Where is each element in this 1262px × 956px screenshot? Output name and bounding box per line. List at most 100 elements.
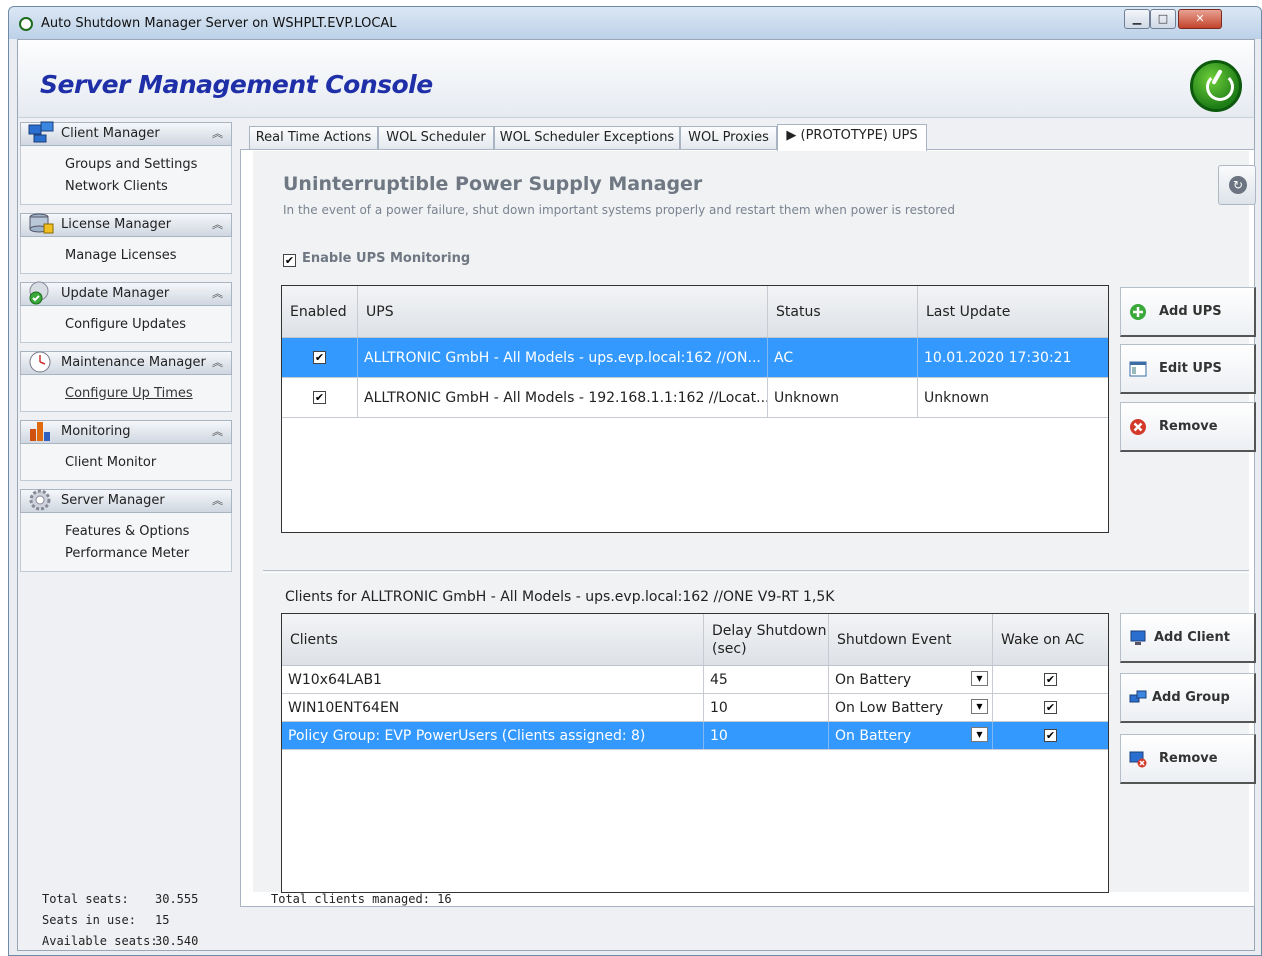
- column-header-wake-on-ac[interactable]: Wake on AC: [993, 614, 1108, 665]
- sidebar-header-label: Update Manager: [61, 286, 170, 301]
- row-enabled-checkbox[interactable]: ✔: [313, 351, 326, 364]
- refresh-button[interactable]: ↻: [1218, 165, 1256, 205]
- column-header-delay-shutdown[interactable]: Delay Shutdown (sec): [704, 614, 829, 665]
- console-title: Server Management Console: [40, 70, 433, 99]
- collapse-chevron-icon[interactable]: ︽: [212, 421, 223, 443]
- collapse-chevron-icon[interactable]: ︽: [212, 123, 223, 145]
- table-row[interactable]: Policy Group: EVP PowerUsers (Clients as…: [282, 722, 1108, 750]
- remove-ups-button[interactable]: Remove: [1120, 402, 1256, 452]
- row-delay-cell[interactable]: 10: [704, 694, 829, 721]
- table-row[interactable]: ✔ ALLTRONIC GmbH - All Models - ups.evp.…: [282, 338, 1108, 378]
- sidebar-group-maintenance-manager: Maintenance Manager ︽ Configure Up Times: [20, 351, 232, 412]
- sidebar-group-update-manager: Update Manager ︽ Configure Updates: [20, 281, 232, 343]
- row-delay-cell[interactable]: 10: [704, 722, 829, 749]
- row-shutdown-event-select[interactable]: On Battery ▼: [829, 722, 993, 749]
- collapse-chevron-icon[interactable]: ︽: [212, 352, 223, 374]
- row-enabled-cell[interactable]: ✔: [282, 338, 358, 377]
- row-shutdown-event-select[interactable]: On Battery ▼: [829, 666, 993, 693]
- tab-wol-scheduler[interactable]: WOL Scheduler: [378, 126, 494, 150]
- edit-ups-label: Edit UPS: [1159, 361, 1222, 376]
- sidebar-link-manage-licenses[interactable]: Manage Licenses: [65, 245, 231, 267]
- main-panel: Server Management Console Client Manager…: [17, 39, 1256, 952]
- network-computers-icon: [28, 121, 54, 143]
- maximize-button[interactable]: □: [1150, 9, 1176, 29]
- enable-ups-label: Enable UPS Monitoring: [302, 251, 471, 266]
- add-ups-label: Add UPS: [1159, 304, 1222, 319]
- wake-on-ac-checkbox[interactable]: ✔: [1044, 701, 1057, 714]
- tab-real-time-actions[interactable]: Real Time Actions: [249, 126, 378, 150]
- wake-on-ac-checkbox[interactable]: ✔: [1044, 673, 1057, 686]
- sidebar-header-client-manager[interactable]: Client Manager ︽: [20, 121, 232, 146]
- column-header-enabled[interactable]: Enabled: [282, 286, 358, 337]
- column-header-ups[interactable]: UPS: [358, 286, 768, 337]
- row-ups-cell: ALLTRONIC GmbH - All Models - 192.168.1.…: [358, 378, 768, 417]
- sidebar-link-groups-settings[interactable]: Groups and Settings: [65, 154, 231, 176]
- remove-client-label: Remove: [1159, 751, 1218, 766]
- sidebar-link-network-clients[interactable]: Network Clients: [65, 176, 231, 198]
- row-wake-cell[interactable]: ✔: [993, 666, 1108, 693]
- sidebar-header-update-manager[interactable]: Update Manager ︽: [20, 281, 232, 306]
- sidebar-link-features-options[interactable]: Features & Options: [65, 521, 231, 543]
- sidebar-header-server-manager[interactable]: Server Manager ︽: [20, 489, 232, 513]
- clients-table-header: Clients Delay Shutdown (sec) Shutdown Ev…: [282, 614, 1108, 666]
- status-bar: Total seats: 30.555 Seats in use: 15 Ava…: [18, 892, 1256, 952]
- sidebar-link-configure-up-times[interactable]: Configure Up Times: [65, 383, 231, 405]
- row-delay-cell[interactable]: 45: [704, 666, 829, 693]
- edit-window-icon: [1129, 361, 1147, 377]
- sidebar-header-monitoring[interactable]: Monitoring ︽: [20, 420, 232, 444]
- remove-computer-icon: [1129, 751, 1147, 768]
- refresh-icon: ↻: [1229, 176, 1247, 194]
- sidebar-header-maintenance-manager[interactable]: Maintenance Manager ︽: [20, 351, 232, 375]
- collapse-chevron-icon[interactable]: ︽: [212, 283, 223, 305]
- chevron-down-icon[interactable]: ▼: [971, 727, 988, 742]
- table-row[interactable]: ✔ ALLTRONIC GmbH - All Models - 192.168.…: [282, 378, 1108, 418]
- row-wake-cell[interactable]: ✔: [993, 694, 1108, 721]
- edit-ups-button[interactable]: Edit UPS: [1120, 344, 1256, 394]
- collapse-chevron-icon[interactable]: ︽: [212, 214, 223, 236]
- column-header-last-update[interactable]: Last Update: [918, 286, 1108, 337]
- sidebar-header-label: Maintenance Manager: [61, 355, 206, 370]
- sidebar-link-configure-updates[interactable]: Configure Updates: [65, 314, 231, 336]
- row-enabled-cell[interactable]: ✔: [282, 378, 358, 417]
- clients-table: Clients Delay Shutdown (sec) Shutdown Ev…: [281, 613, 1109, 893]
- tab-wol-scheduler-exceptions[interactable]: WOL Scheduler Exceptions: [494, 126, 680, 150]
- app-window: Auto Shutdown Manager Server on WSHPLT.E…: [8, 6, 1262, 956]
- add-client-button[interactable]: Add Client: [1120, 613, 1256, 663]
- row-wake-cell[interactable]: ✔: [993, 722, 1108, 749]
- enable-ups-monitoring[interactable]: ✔ Enable UPS Monitoring: [283, 251, 470, 267]
- shutdown-event-value: On Battery: [835, 727, 912, 744]
- wake-on-ac-checkbox[interactable]: ✔: [1044, 729, 1057, 742]
- total-clients-managed: Total clients managed: 16: [271, 892, 452, 906]
- chevron-down-icon[interactable]: ▼: [971, 671, 988, 686]
- sidebar-link-performance-meter[interactable]: Performance Meter: [65, 543, 231, 565]
- add-ups-button[interactable]: Add UPS: [1120, 287, 1256, 337]
- sidebar-link-client-monitor[interactable]: Client Monitor: [65, 452, 231, 474]
- row-shutdown-event-select[interactable]: On Low Battery ▼: [829, 694, 993, 721]
- enable-ups-checkbox[interactable]: ✔: [283, 254, 296, 267]
- add-group-icon: [1129, 690, 1147, 703]
- window-title: Auto Shutdown Manager Server on WSHPLT.E…: [41, 16, 397, 31]
- column-header-clients[interactable]: Clients: [282, 614, 704, 665]
- title-bar[interactable]: Auto Shutdown Manager Server on WSHPLT.E…: [9, 7, 1261, 39]
- remove-client-button[interactable]: Remove: [1120, 734, 1256, 784]
- tab-prototype-ups[interactable]: ▶ (PROTOTYPE) UPS: [777, 124, 927, 151]
- sidebar-group-license-manager: License Manager ︽ Manage Licenses: [20, 213, 232, 274]
- minimize-button[interactable]: ▁: [1124, 9, 1150, 29]
- sidebar: Client Manager ︽ Groups and Settings Net…: [20, 121, 232, 580]
- add-group-button[interactable]: Add Group: [1120, 673, 1256, 723]
- ups-table: Enabled UPS Status Last Update ✔ ALLTRON…: [281, 285, 1109, 533]
- tab-wol-proxies[interactable]: WOL Proxies: [680, 126, 777, 150]
- total-seats-label: Total seats:: [42, 892, 129, 906]
- table-row[interactable]: W10x64LAB1 45 On Battery ▼ ✔: [282, 666, 1108, 694]
- table-row[interactable]: WIN10ENT64EN 10 On Low Battery ▼ ✔: [282, 694, 1108, 722]
- sidebar-header-label: Server Manager: [61, 493, 165, 508]
- column-header-status[interactable]: Status: [768, 286, 918, 337]
- collapse-chevron-icon[interactable]: ︽: [212, 490, 223, 512]
- row-last-update-cell: Unknown: [924, 389, 989, 406]
- row-enabled-checkbox[interactable]: ✔: [313, 391, 326, 404]
- column-header-shutdown-event[interactable]: Shutdown Event: [829, 614, 993, 665]
- chevron-down-icon[interactable]: ▼: [971, 699, 988, 714]
- sidebar-header-license-manager[interactable]: License Manager ︽: [20, 213, 232, 237]
- close-button[interactable]: ✕: [1178, 9, 1222, 29]
- add-client-label: Add Client: [1154, 630, 1230, 645]
